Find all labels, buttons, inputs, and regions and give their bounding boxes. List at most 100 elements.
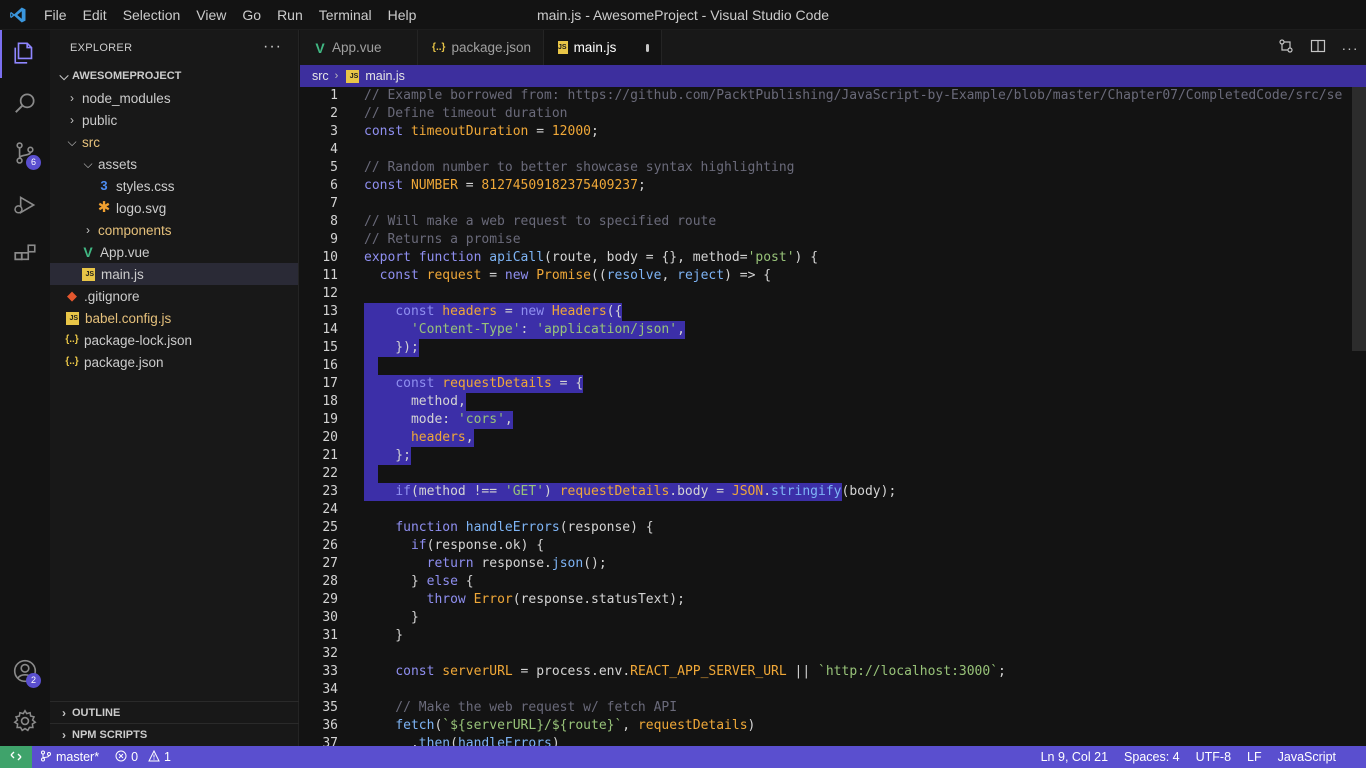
more-editor-actions-button[interactable]: ··· <box>1334 30 1366 65</box>
code-line[interactable]: const serverURL = process.env.REACT_APP_… <box>364 663 1352 681</box>
tab-app-vue[interactable]: V App.vue <box>300 30 418 65</box>
code-line[interactable] <box>364 195 1352 213</box>
line-number: 33 <box>322 664 338 679</box>
menu-go[interactable]: Go <box>234 0 269 30</box>
menu-file[interactable]: File <box>36 0 75 30</box>
code-line[interactable]: const requestDetails = { <box>364 375 1352 393</box>
code-line[interactable]: if(response.ok) { <box>364 537 1352 555</box>
code-line[interactable]: function handleErrors(response) { <box>364 519 1352 537</box>
code-line[interactable]: // Will make a web request to specified … <box>364 213 1352 231</box>
code-line[interactable]: // Returns a promise <box>364 231 1352 249</box>
code-line[interactable] <box>364 681 1352 699</box>
project-root-header[interactable]: ⌵ AWESOMEPROJECT <box>50 65 298 87</box>
tree-item-package-lock[interactable]: {..} package-lock.json <box>50 329 298 351</box>
tree-item-styles-css[interactable]: 3 styles.css <box>50 175 298 197</box>
code-text: fetch(`${serverURL}/${route}`, requestDe… <box>395 718 756 733</box>
eol-status[interactable]: LF <box>1239 746 1270 768</box>
problems-status[interactable]: 0 1 <box>107 746 179 768</box>
breadcrumb-folder[interactable]: src <box>312 69 329 83</box>
tree-item-components[interactable]: › components <box>50 219 298 241</box>
menu-help[interactable]: Help <box>380 0 425 30</box>
menu-edit[interactable]: Edit <box>75 0 115 30</box>
language-mode[interactable]: JavaScript <box>1270 746 1366 768</box>
tree-item-gitignore[interactable]: ◆ .gitignore <box>50 285 298 307</box>
code-line[interactable]: const NUMBER = 81274509182375409237; <box>364 177 1352 195</box>
menu-terminal[interactable]: Terminal <box>311 0 380 30</box>
open-changes-button[interactable] <box>1270 30 1302 65</box>
code-line[interactable]: } <box>364 627 1352 645</box>
source-control-button[interactable]: 6 <box>0 130 50 178</box>
code-line[interactable]: mode: 'cors', <box>364 411 1352 429</box>
tree-item-babel-config[interactable]: JS babel.config.js <box>50 307 298 329</box>
code-line[interactable]: 'Content-Type': 'application/json', <box>364 321 1352 339</box>
code-text: const requestDetails = { <box>395 376 584 391</box>
unsaved-dot-icon[interactable] <box>646 43 649 52</box>
explorer-button[interactable] <box>0 30 50 78</box>
line-number: 23 <box>322 484 338 499</box>
tree-item-logo-svg[interactable]: ✱ logo.svg <box>50 197 298 219</box>
code-line[interactable]: }); <box>364 339 1352 357</box>
code-text: export function apiCall(route, body = {}… <box>364 250 819 265</box>
code-line[interactable]: }; <box>364 447 1352 465</box>
code-area[interactable]: // Example borrowed from: https://github… <box>364 87 1352 746</box>
accounts-button[interactable]: 2 <box>0 648 50 696</box>
code-text: // Make the web request w/ fetch API <box>364 700 678 715</box>
menu-selection[interactable]: Selection <box>115 0 189 30</box>
remote-indicator[interactable] <box>0 746 32 768</box>
editor-scrollbar[interactable] <box>1352 87 1366 351</box>
code-line[interactable]: const request = new Promise((resolve, re… <box>364 267 1352 285</box>
code-line[interactable] <box>364 645 1352 663</box>
tree-item-app-vue[interactable]: V App.vue <box>50 241 298 263</box>
code-line[interactable]: fetch(`${serverURL}/${route}`, requestDe… <box>364 717 1352 735</box>
branch-status[interactable]: master* <box>32 746 107 768</box>
tab-main-js[interactable]: JS main.js <box>544 30 662 65</box>
code-line[interactable]: // Random number to better showcase synt… <box>364 159 1352 177</box>
code-line[interactable]: const timeoutDuration = 12000; <box>364 123 1352 141</box>
code-line[interactable]: const headers = new Headers({ <box>364 303 1352 321</box>
menu-run[interactable]: Run <box>269 0 311 30</box>
tree-item-main-js[interactable]: JS main.js <box>50 263 298 285</box>
code-editor[interactable]: 1 2 3 4 5 6 7 8 9 10 11 12 13 14 15 16 17 18 19 20 21 22 23 24 2… <box>300 87 1366 746</box>
run-debug-button[interactable] <box>0 182 50 230</box>
code-line[interactable]: export function apiCall(route, body = {}… <box>364 249 1352 267</box>
manage-button[interactable] <box>0 698 50 746</box>
indentation-status[interactable]: Spaces: 4 <box>1116 746 1188 768</box>
code-line[interactable] <box>364 285 1352 303</box>
title-bar: File Edit Selection View Go Run Terminal… <box>0 0 1366 30</box>
code-line[interactable]: return response.json(); <box>364 555 1352 573</box>
chevron-right-icon: › <box>334 70 339 82</box>
code-line[interactable]: // Define timeout duration <box>364 105 1352 123</box>
search-button[interactable] <box>0 80 50 128</box>
outline-section-header[interactable]: › OUTLINE <box>50 701 299 723</box>
breadcrumb-file[interactable]: main.js <box>365 69 405 83</box>
code-line[interactable]: throw Error(response.statusText); <box>364 591 1352 609</box>
code-line[interactable] <box>364 501 1352 519</box>
code-line[interactable] <box>364 357 1352 375</box>
extensions-button[interactable] <box>0 232 50 280</box>
tab-package-json[interactable]: {..} package.json <box>418 30 544 65</box>
tree-item-node-modules[interactable]: › node_modules <box>50 87 298 109</box>
tree-item-assets[interactable]: ⌵ assets <box>50 153 298 175</box>
code-line[interactable]: } <box>364 609 1352 627</box>
code-text: throw Error(response.statusText); <box>426 592 685 607</box>
encoding-status[interactable]: UTF-8 <box>1188 746 1239 768</box>
code-line[interactable]: headers, <box>364 429 1352 447</box>
code-line[interactable]: if(method !== 'GET') requestDetails.body… <box>364 483 1352 501</box>
menu-view[interactable]: View <box>188 0 234 30</box>
explorer-title: EXPLORER <box>70 41 133 54</box>
code-line[interactable]: method, <box>364 393 1352 411</box>
cursor-position[interactable]: Ln 9, Col 21 <box>1033 746 1116 768</box>
code-line[interactable] <box>364 465 1352 483</box>
tree-item-src[interactable]: ⌵ src <box>50 131 298 153</box>
code-line[interactable]: .then(handleErrors) <box>364 735 1352 746</box>
code-line[interactable]: // Example borrowed from: https://github… <box>364 87 1352 105</box>
code-line[interactable]: // Make the web request w/ fetch API <box>364 699 1352 717</box>
code-line[interactable]: } else { <box>364 573 1352 591</box>
tree-item-package-json[interactable]: {..} package.json <box>50 351 298 373</box>
code-text: } <box>364 628 404 643</box>
tree-item-public[interactable]: › public <box>50 109 298 131</box>
split-editor-button[interactable] <box>1302 30 1334 65</box>
more-actions-icon[interactable]: ··· <box>263 38 282 56</box>
npm-scripts-section-header[interactable]: › NPM SCRIPTS <box>50 723 299 745</box>
code-line[interactable] <box>364 141 1352 159</box>
